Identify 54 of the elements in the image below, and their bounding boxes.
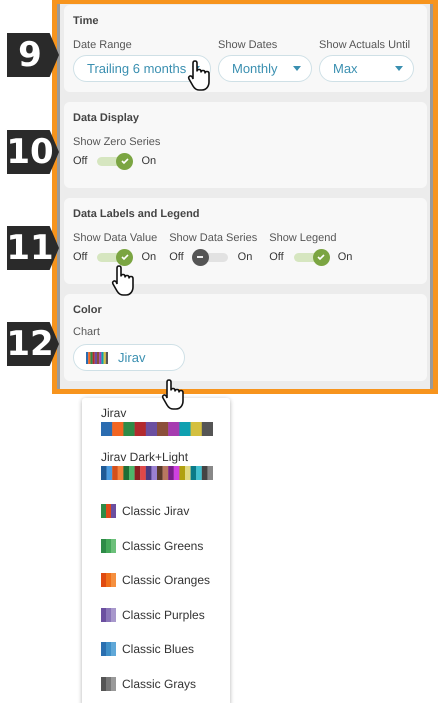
section-title: Time — [73, 15, 100, 27]
dropdown-select[interactable]: Max — [319, 55, 414, 82]
palette-option[interactable]: Classic Blues — [82, 632, 230, 666]
palette-icon — [101, 642, 116, 656]
off-label: Off — [73, 251, 88, 263]
palette-strip-icon — [101, 466, 213, 480]
off-label: Off — [169, 251, 184, 263]
dropdown-select[interactable]: Monthly — [218, 55, 312, 82]
off-label: Off — [269, 251, 284, 263]
palette-option[interactable]: Classic Oranges — [82, 563, 230, 598]
section-title: Data Display — [73, 112, 140, 124]
toggle-switch[interactable] — [95, 248, 134, 266]
palette-icon — [101, 538, 116, 553]
on-label: On — [141, 155, 156, 167]
toggle-label: Show Legend — [269, 232, 338, 244]
palette-select[interactable]: Jirav — [73, 344, 185, 371]
field-label: Show Dates — [218, 39, 278, 51]
toggle-label: Show Data Series — [169, 232, 258, 244]
step-badge: 12 — [7, 322, 59, 366]
palette-strip-icon — [101, 422, 213, 436]
step-badge: 11 — [7, 226, 59, 270]
toggle-label: Show Zero Series — [73, 136, 160, 148]
check-icon — [120, 252, 130, 262]
on-label: On — [238, 251, 252, 263]
caret-icon — [293, 66, 301, 71]
palette-option[interactable]: Classic Greens — [82, 528, 230, 563]
toggle-switch[interactable] — [192, 248, 230, 266]
field-label: Chart — [73, 326, 101, 338]
palette-option[interactable]: Jirav — [82, 406, 230, 450]
check-icon — [120, 156, 130, 166]
palette-option[interactable]: Classic Purples — [82, 598, 230, 632]
section-title: Data Labels and Legend — [73, 208, 201, 220]
caret-icon — [395, 66, 403, 71]
palette-icon — [101, 504, 116, 518]
toggle-switch[interactable] — [292, 248, 330, 266]
palette-option[interactable]: Classic Grays — [82, 666, 230, 701]
palette-option[interactable]: Classic Jirav — [82, 494, 230, 528]
step-badge: 10 — [7, 130, 59, 174]
step-badge: 9 — [7, 33, 59, 77]
field-label: Date Range — [73, 39, 133, 51]
off-label: Off — [73, 155, 88, 167]
field-label: Show Actuals Until — [319, 39, 412, 51]
palette-option[interactable]: Jirav Dark+Light — [82, 450, 230, 494]
section-title: Color — [73, 304, 103, 316]
toggle-switch[interactable] — [95, 152, 134, 170]
check-icon — [316, 252, 326, 262]
on-label: On — [141, 251, 156, 263]
dropdown-select[interactable]: Trailing 6 months — [73, 55, 211, 82]
on-label: On — [338, 251, 352, 263]
palette-icon — [101, 573, 116, 588]
toggle-label: Show Data Value — [73, 232, 158, 244]
palette-icon — [101, 676, 116, 691]
palette-icon — [101, 608, 116, 622]
palette-icon — [86, 352, 108, 364]
